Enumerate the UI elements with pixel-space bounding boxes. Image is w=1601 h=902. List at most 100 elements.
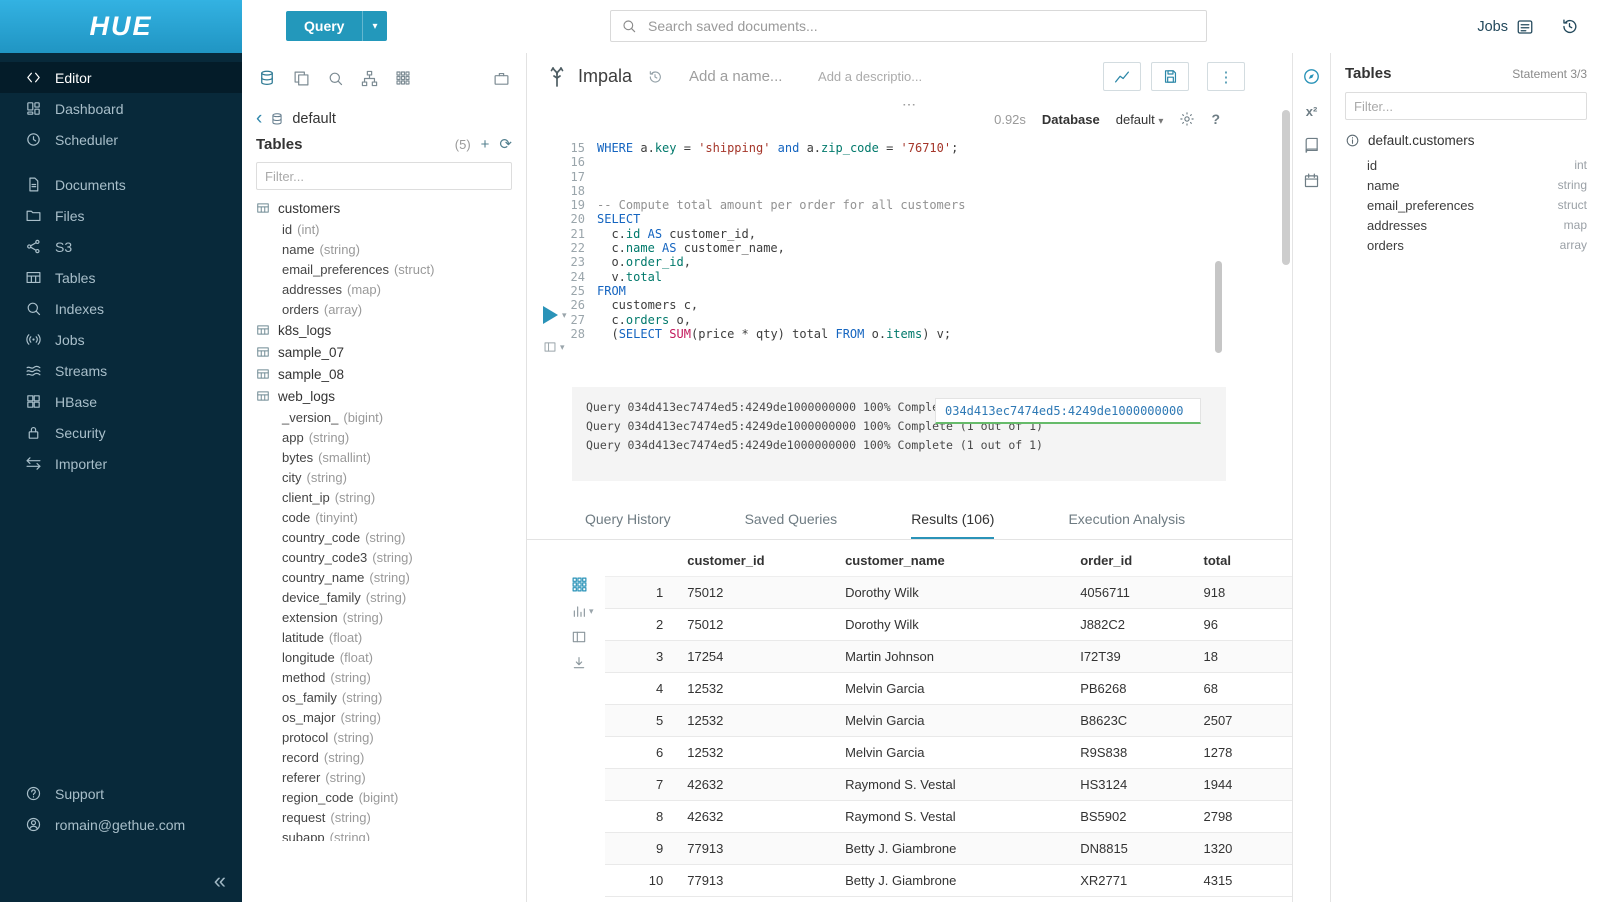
code-line[interactable]: 26 customers c, bbox=[527, 298, 1252, 312]
code-line[interactable]: 15WHERE a.key = 'shipping' and a.zip_cod… bbox=[527, 141, 1252, 155]
run-query-button[interactable]: ▾ bbox=[543, 306, 567, 324]
documents-copy-icon[interactable] bbox=[293, 70, 310, 87]
schedule-icon[interactable] bbox=[1303, 172, 1320, 189]
query-dropdown-caret[interactable]: ▾ bbox=[362, 11, 386, 41]
sidebar-item-support[interactable]: Support bbox=[0, 778, 242, 809]
assist-column-country-code[interactable]: country_code(string) bbox=[256, 527, 526, 547]
snippet-history-icon[interactable] bbox=[647, 69, 663, 85]
grid-view-icon[interactable] bbox=[571, 576, 594, 593]
schema-filter-input[interactable] bbox=[1345, 92, 1587, 120]
schema-column-addresses[interactable]: addressesmap bbox=[1345, 215, 1587, 235]
code-line[interactable]: 24 v.total bbox=[527, 270, 1252, 284]
save-button[interactable] bbox=[1151, 62, 1189, 91]
assist-table-sample-08[interactable]: sample_08 bbox=[256, 363, 526, 385]
assist-table-web-logs[interactable]: web_logs bbox=[256, 385, 526, 407]
sidebar-item-tables[interactable]: Tables bbox=[0, 262, 242, 293]
schema-column-orders[interactable]: ordersarray bbox=[1345, 235, 1587, 255]
add-table-button[interactable]: + bbox=[481, 137, 490, 152]
assist-column-orders[interactable]: orders(array) bbox=[256, 299, 526, 319]
statement-options[interactable]: ▾ bbox=[543, 340, 565, 354]
assist-column-app[interactable]: app(string) bbox=[256, 427, 526, 447]
assist-column-bytes[interactable]: bytes(smallint) bbox=[256, 447, 526, 467]
result-row[interactable]: 512532Melvin GarciaB8623C2507 bbox=[605, 705, 1292, 737]
editor-scrollbar-thumb[interactable] bbox=[1215, 261, 1222, 353]
code-line[interactable]: 19-- Compute total amount per order for … bbox=[527, 198, 1252, 212]
sidebar-item-streams[interactable]: Streams bbox=[0, 355, 242, 386]
sidebar-item-user[interactable]: romain@gethue.com bbox=[0, 809, 242, 840]
assist-column-extension[interactable]: extension(string) bbox=[256, 607, 526, 627]
chart-button[interactable] bbox=[1103, 62, 1141, 91]
collapse-sidebar-button[interactable]: « bbox=[214, 870, 226, 892]
sidebar-item-editor[interactable]: Editor bbox=[0, 62, 242, 93]
assist-column-code[interactable]: code(tinyint) bbox=[256, 507, 526, 527]
result-row[interactable]: 1077913Betty J. GiambroneXR27714315 bbox=[605, 865, 1292, 897]
result-row[interactable]: 977913Betty J. GiambroneDN88151320 bbox=[605, 833, 1292, 865]
query-description-input[interactable] bbox=[816, 68, 970, 85]
result-row[interactable]: 317254Martin JohnsonI72T3918 bbox=[605, 641, 1292, 673]
assist-column-device-family[interactable]: device_family(string) bbox=[256, 587, 526, 607]
columns-icon[interactable] bbox=[571, 629, 594, 645]
editor-assistant-icon[interactable] bbox=[1302, 67, 1321, 86]
active-table[interactable]: default.customers bbox=[1345, 133, 1587, 148]
refresh-tables-button[interactable]: ⟳ bbox=[499, 137, 512, 152]
assist-column-record[interactable]: record(string) bbox=[256, 747, 526, 767]
language-reference-icon[interactable] bbox=[1303, 137, 1320, 154]
sidebar-item-jobs[interactable]: Jobs bbox=[0, 324, 242, 355]
hue-logo[interactable]: HUE bbox=[0, 0, 242, 53]
assist-column-id[interactable]: id(int) bbox=[256, 219, 526, 239]
tab-query-history[interactable]: Query History bbox=[585, 503, 671, 539]
sql-editor[interactable]: 15WHERE a.key = 'shipping' and a.zip_cod… bbox=[527, 141, 1252, 341]
assist-column-name[interactable]: name(string) bbox=[256, 239, 526, 259]
assist-column-latitude[interactable]: latitude(float) bbox=[256, 627, 526, 647]
adhoc-search-icon[interactable] bbox=[327, 70, 344, 87]
tab-results-106[interactable]: Results (106) bbox=[911, 503, 994, 539]
result-row[interactable]: 742632Raymond S. VestalHS31241944 bbox=[605, 769, 1292, 801]
assist-column-subapp[interactable]: subapp(string) bbox=[256, 827, 526, 841]
download-icon[interactable] bbox=[571, 655, 594, 671]
query-name-input[interactable] bbox=[687, 67, 806, 86]
result-row[interactable]: 412532Melvin GarciaPB626868 bbox=[605, 673, 1292, 705]
functions-icon[interactable]: x² bbox=[1306, 104, 1318, 119]
resize-handle-2[interactable]: ⋯ bbox=[527, 100, 1292, 111]
result-row[interactable]: 842632Raymond S. VestalBS59022798 bbox=[605, 801, 1292, 833]
assist-column-version[interactable]: _version_(bigint) bbox=[256, 407, 526, 427]
table-filter-input[interactable] bbox=[256, 162, 512, 190]
assist-table-sample-07[interactable]: sample_07 bbox=[256, 341, 526, 363]
code-line[interactable]: 23 o.order_id, bbox=[527, 255, 1252, 269]
code-line[interactable]: 25FROM bbox=[527, 284, 1252, 298]
assist-table-k8s-logs[interactable]: k8s_logs bbox=[256, 319, 526, 341]
result-row[interactable]: 175012Dorothy Wilk4056711918 bbox=[605, 577, 1292, 609]
briefcase-icon[interactable] bbox=[493, 70, 510, 87]
assist-table-customers[interactable]: customers bbox=[256, 197, 526, 219]
schema-column-email-preferences[interactable]: email_preferencesstruct bbox=[1345, 195, 1587, 215]
sidebar-item-files[interactable]: Files bbox=[0, 200, 242, 231]
chart-view-icon[interactable]: ▾ bbox=[571, 603, 594, 619]
sitemap-icon[interactable] bbox=[361, 70, 378, 87]
assist-column-client-ip[interactable]: client_ip(string) bbox=[256, 487, 526, 507]
assist-column-email-preferences[interactable]: email_preferences(struct) bbox=[256, 259, 526, 279]
assist-column-referer[interactable]: referer(string) bbox=[256, 767, 526, 787]
assist-column-longitude[interactable]: longitude(float) bbox=[256, 647, 526, 667]
sidebar-item-scheduler[interactable]: Scheduler bbox=[0, 124, 242, 155]
assist-column-request[interactable]: request(string) bbox=[256, 807, 526, 827]
new-query-button[interactable]: Query ▾ bbox=[286, 11, 387, 41]
tab-execution-analysis[interactable]: Execution Analysis bbox=[1068, 503, 1185, 539]
databases-icon[interactable] bbox=[258, 69, 276, 87]
result-row[interactable]: 275012Dorothy WilkJ882C296 bbox=[605, 609, 1292, 641]
assist-column-country-code3[interactable]: country_code3(string) bbox=[256, 547, 526, 567]
code-line[interactable]: 21 c.id AS customer_id, bbox=[527, 227, 1252, 241]
column-header-order-id[interactable]: order_id bbox=[1072, 544, 1195, 577]
back-button[interactable]: ‹ bbox=[256, 109, 262, 128]
code-line[interactable]: 27 c.orders o, bbox=[527, 313, 1252, 327]
sidebar-item-indexes[interactable]: Indexes bbox=[0, 293, 242, 324]
assist-column-os-family[interactable]: os_family(string) bbox=[256, 687, 526, 707]
database-select[interactable]: default ▾ bbox=[1116, 112, 1164, 127]
assist-column-country-name[interactable]: country_name(string) bbox=[256, 567, 526, 587]
sidebar-item-documents[interactable]: Documents bbox=[0, 169, 242, 200]
code-line[interactable]: 17 bbox=[527, 170, 1252, 184]
sidebar-item-dashboard[interactable]: Dashboard bbox=[0, 93, 242, 124]
code-line[interactable]: 18 bbox=[527, 184, 1252, 198]
code-line[interactable]: 22 c.name AS customer_name, bbox=[527, 241, 1252, 255]
query-history-icon[interactable] bbox=[1560, 17, 1579, 36]
column-header-total[interactable]: total bbox=[1195, 544, 1292, 577]
